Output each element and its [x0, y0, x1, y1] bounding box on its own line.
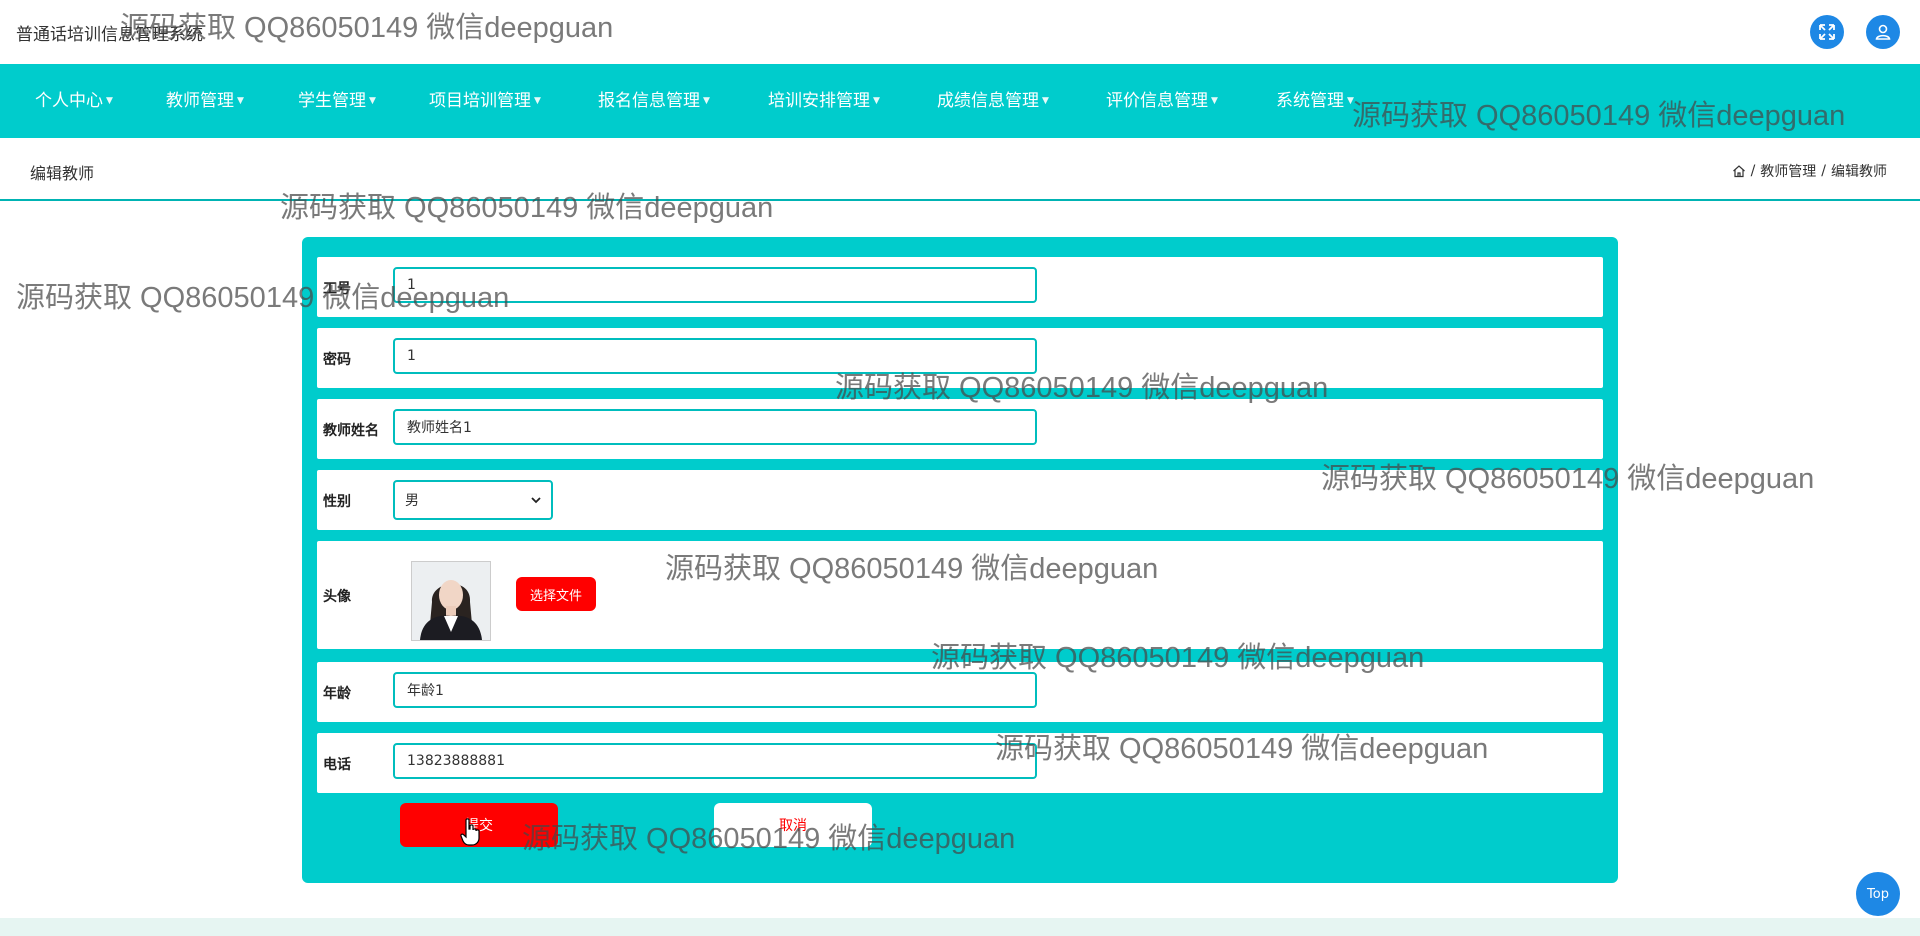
chevron-down-icon: ▼: [369, 96, 376, 106]
nav-item-scores[interactable]: 成绩信息管理 ▼: [937, 64, 1049, 138]
chevron-down-icon: ▼: [1347, 96, 1354, 106]
phone-input[interactable]: [393, 743, 1037, 779]
chevron-down-icon: ▼: [237, 96, 244, 106]
breadcrumb-separator: /: [1750, 163, 1756, 179]
nav-item-training-schedule[interactable]: 培训安排管理 ▼: [768, 64, 880, 138]
nav-item-evaluations[interactable]: 评价信息管理 ▼: [1106, 64, 1218, 138]
nav-label: 系统管理: [1276, 91, 1344, 111]
hand-cursor-icon: [460, 818, 480, 846]
account-input[interactable]: [393, 267, 1037, 303]
fullscreen-button[interactable]: [1810, 15, 1844, 49]
chevron-down-icon: [531, 497, 541, 504]
user-button[interactable]: [1866, 15, 1900, 49]
gender-select[interactable]: 男: [393, 480, 553, 520]
nav-item-personal-center[interactable]: 个人中心 ▼: [35, 64, 113, 138]
avatar-label: 头像: [323, 589, 351, 605]
footer-strip: [0, 918, 1920, 936]
home-icon[interactable]: [1732, 164, 1746, 178]
nav-label: 项目培训管理: [429, 91, 531, 111]
name-label: 教师姓名: [323, 423, 379, 439]
gender-label: 性别: [323, 494, 351, 510]
person-photo-icon: [412, 562, 490, 640]
age-label: 年龄: [323, 686, 351, 702]
form-row-age: 年龄: [317, 662, 1603, 722]
breadcrumb-teacher-management[interactable]: 教师管理: [1760, 161, 1816, 181]
nav-label: 学生管理: [298, 91, 366, 111]
edit-teacher-form: 工号 密码 教师姓名 性别 男 头像 选择文件: [302, 237, 1618, 883]
top-bar: 普通话培训信息管理系统: [0, 0, 1920, 64]
breadcrumb-current: 编辑教师: [1831, 164, 1887, 180]
page-title: 编辑教师: [30, 164, 95, 183]
form-row-avatar: 头像 选择文件: [317, 541, 1603, 649]
nav-label: 培训安排管理: [768, 91, 870, 111]
breadcrumb-separator: /: [1821, 163, 1826, 179]
password-label: 密码: [323, 352, 351, 368]
user-icon: [1875, 24, 1891, 40]
expand-icon: [1819, 24, 1835, 40]
form-row-password: 密码: [317, 328, 1603, 388]
nav-label: 评价信息管理: [1106, 91, 1208, 111]
age-input[interactable]: [393, 672, 1037, 708]
chevron-down-icon: ▼: [106, 96, 113, 106]
breadcrumb: / 教师管理 / 编辑教师: [1732, 161, 1887, 181]
nav-label: 报名信息管理: [598, 91, 700, 111]
nav-item-registration[interactable]: 报名信息管理 ▼: [598, 64, 710, 138]
cancel-button[interactable]: 取消: [714, 803, 872, 847]
nav-item-teacher-management[interactable]: 教师管理 ▼: [166, 64, 244, 138]
nav-label: 个人中心: [35, 91, 103, 111]
nav-item-project-training[interactable]: 项目培训管理 ▼: [429, 64, 541, 138]
chevron-down-icon: ▼: [1042, 96, 1049, 106]
nav-item-student-management[interactable]: 学生管理 ▼: [298, 64, 376, 138]
chevron-down-icon: ▼: [534, 96, 541, 106]
form-row-gender: 性别 男: [317, 470, 1603, 530]
phone-label: 电话: [323, 757, 351, 773]
chevron-down-icon: ▼: [1211, 96, 1218, 106]
chevron-down-icon: ▼: [703, 96, 710, 106]
main-nav: 个人中心 ▼ 教师管理 ▼ 学生管理 ▼ 项目培训管理 ▼ 报名信息管理 ▼ 培训安排管理…: [0, 64, 1920, 138]
name-input[interactable]: [393, 409, 1037, 445]
nav-label: 成绩信息管理: [937, 91, 1039, 111]
back-to-top-button[interactable]: Top: [1856, 872, 1900, 916]
form-row-phone: 电话: [317, 733, 1603, 793]
chevron-down-icon: ▼: [873, 96, 880, 106]
nav-item-system[interactable]: 系统管理 ▼: [1276, 64, 1354, 138]
account-label: 工号: [323, 281, 351, 297]
form-row-account: 工号: [317, 257, 1603, 317]
password-input[interactable]: [393, 338, 1037, 374]
gender-selected-value: 男: [405, 493, 419, 509]
page-header: 编辑教师 / 教师管理 / 编辑教师: [0, 138, 1920, 201]
form-row-name: 教师姓名: [317, 399, 1603, 459]
choose-file-button[interactable]: 选择文件: [516, 577, 596, 611]
avatar-image: [411, 561, 491, 641]
app-title: 普通话培训信息管理系统: [16, 25, 203, 45]
nav-label: 教师管理: [166, 91, 234, 111]
